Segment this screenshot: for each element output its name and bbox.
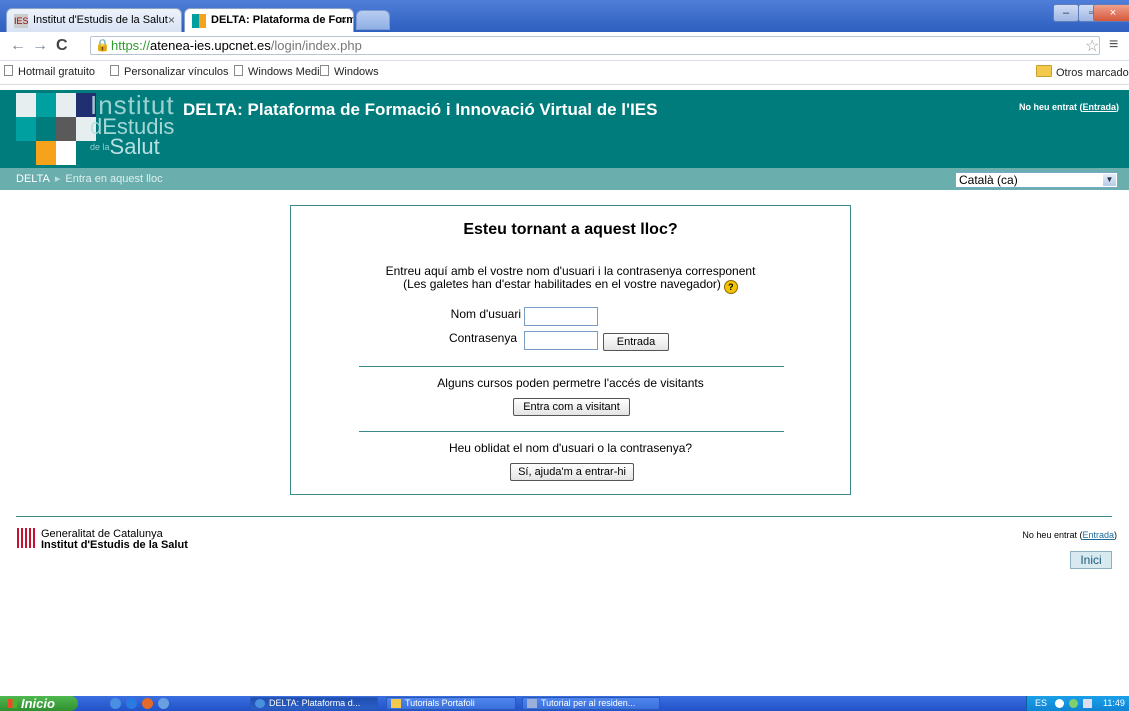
ie-icon[interactable] bbox=[126, 698, 137, 709]
username-input[interactable] bbox=[524, 307, 598, 326]
speaker-icon[interactable] bbox=[1083, 699, 1092, 708]
window-close-icon[interactable]: × bbox=[1093, 4, 1129, 22]
bookmark-windows[interactable]: Windows bbox=[320, 65, 379, 78]
url-host: atenea-ies.upcnet.es bbox=[150, 38, 271, 53]
guest-login-button[interactable]: Entra com a visitant bbox=[513, 398, 630, 416]
chevron-down-icon: ▼ bbox=[1103, 174, 1116, 186]
other-bookmarks[interactable]: Otros marcadores bbox=[1036, 65, 1129, 79]
chrome-icon[interactable] bbox=[110, 698, 121, 709]
language-indicator[interactable]: ES bbox=[1035, 696, 1047, 711]
back-arrow-icon[interactable]: ← bbox=[10, 37, 26, 55]
institute-name: Institut d'Estudis de la Salut bbox=[41, 539, 188, 551]
update-icon[interactable] bbox=[1069, 699, 1078, 708]
login-box: Esteu tornant a aquest lloc? Entreu aquí… bbox=[290, 205, 851, 495]
tab-close-icon[interactable]: × bbox=[340, 13, 347, 27]
desktop-icon[interactable] bbox=[158, 698, 169, 709]
generalitat-logo-icon bbox=[17, 528, 35, 548]
ies-logo bbox=[16, 93, 96, 165]
bookmark-hotmail[interactable]: Hotmail gratuito bbox=[4, 65, 95, 78]
home-button[interactable]: Inici bbox=[1070, 551, 1112, 569]
site-favicon-icon: IES bbox=[14, 14, 29, 28]
bookmark-personalizar[interactable]: Personalizar vínculos bbox=[110, 65, 229, 78]
header-login-status: No heu entrat (Entrada) bbox=[1018, 102, 1119, 112]
address-bar[interactable]: 🔒 https://atenea-ies.upcnet.es/login/ind… bbox=[90, 36, 1100, 55]
help-icon[interactable]: ? bbox=[723, 280, 738, 294]
clock: 11:49 bbox=[1103, 698, 1125, 708]
forgot-info: Heu oblidat el nom d'usuari o la contras… bbox=[448, 441, 693, 455]
page-icon bbox=[234, 65, 243, 76]
header-login-link[interactable]: Entrada bbox=[1082, 102, 1116, 112]
page-icon bbox=[4, 65, 13, 76]
url-scheme: https:// bbox=[111, 38, 151, 53]
footer-divider bbox=[16, 516, 1112, 517]
footer-login-status: No heu entrat (Entrada) bbox=[1022, 530, 1117, 540]
breadcrumb-home[interactable]: DELTA bbox=[16, 173, 50, 185]
breadcrumb-current: Entra en aquest lloc bbox=[65, 173, 163, 185]
new-tab-button[interactable] bbox=[356, 10, 390, 30]
windows-taskbar: Inicio DELTA: Plataforma d... Tutorials … bbox=[0, 696, 1129, 711]
site-favicon-icon bbox=[192, 14, 206, 28]
menu-icon[interactable]: ≡ bbox=[1109, 36, 1118, 54]
start-button[interactable]: Inicio bbox=[0, 696, 78, 711]
tab-close-icon[interactable]: × bbox=[168, 13, 175, 27]
folder-icon bbox=[391, 699, 401, 708]
document-icon bbox=[527, 699, 537, 708]
taskbar-item-delta[interactable]: DELTA: Plataforma d... bbox=[250, 697, 378, 710]
divider bbox=[359, 366, 784, 367]
cookies-note: (Les galetes han d'estar habilitades en … bbox=[291, 277, 850, 294]
minimize-icon[interactable]: – bbox=[1053, 4, 1079, 22]
breadcrumb-separator-icon: ▸ bbox=[54, 173, 61, 185]
lock-icon: 🔒 bbox=[95, 38, 110, 52]
ies-logo-text: Institut dEstudis de laSalut bbox=[90, 90, 175, 159]
chrome-icon bbox=[255, 699, 265, 708]
bookmark-star-icon[interactable]: ☆ bbox=[1085, 36, 1099, 56]
footer-login-link[interactable]: Entrada bbox=[1082, 530, 1114, 540]
folder-icon bbox=[1036, 65, 1052, 77]
password-label: Contrasenya bbox=[448, 331, 517, 345]
page-title: DELTA: Plataforma de Formació i Innovaci… bbox=[183, 100, 658, 119]
forward-arrow-icon[interactable]: → bbox=[32, 37, 48, 55]
browser-toolbar: ← → C 🔒 https://atenea-ies.upcnet.es/log… bbox=[0, 32, 1129, 61]
network-icon[interactable] bbox=[1055, 699, 1064, 708]
reload-icon[interactable]: C bbox=[56, 37, 68, 55]
firefox-icon[interactable] bbox=[142, 698, 153, 709]
tab-institut[interactable]: IES Institut d'Estudis de la Salut × bbox=[6, 8, 182, 32]
login-button[interactable]: Entrada bbox=[603, 333, 669, 351]
password-input[interactable] bbox=[524, 331, 598, 350]
language-select[interactable]: Català (ca) ▼ bbox=[955, 172, 1118, 188]
tab-label: Institut d'Estudis de la Salut bbox=[33, 14, 168, 26]
tab-delta[interactable]: DELTA: Plataforma de Forma × bbox=[184, 8, 354, 32]
browser-tab-strip: IES Institut d'Estudis de la Salut × DEL… bbox=[0, 0, 1129, 32]
username-label: Nom d'usuari bbox=[450, 307, 521, 321]
bookmark-windows-media[interactable]: Windows Media bbox=[234, 65, 326, 78]
windows-logo-icon bbox=[8, 699, 17, 708]
taskbar-item-tutorial-residents[interactable]: Tutorial per al residen... bbox=[522, 697, 660, 710]
language-selected: Català (ca) bbox=[959, 173, 1018, 187]
guest-info: Alguns cursos poden permetre l'accés de … bbox=[437, 376, 704, 390]
bookmarks-bar: Hotmail gratuito Personalizar vínculos W… bbox=[0, 61, 1129, 85]
system-tray: ES 11:49 bbox=[1026, 696, 1129, 711]
login-description: Entreu aquí amb el vostre nom d'usuari i… bbox=[385, 264, 756, 278]
page-icon bbox=[320, 65, 329, 76]
url-path: /login/index.php bbox=[270, 38, 362, 53]
tab-label: DELTA: Plataforma de Forma bbox=[211, 14, 354, 26]
taskbar-item-tutorials[interactable]: Tutorials Portafoli bbox=[386, 697, 516, 710]
divider bbox=[359, 431, 784, 432]
forgot-password-button[interactable]: Sí, ajuda'm a entrar-hi bbox=[510, 463, 634, 481]
login-heading: Esteu tornant a aquest lloc? bbox=[463, 221, 678, 238]
page-icon bbox=[110, 65, 119, 76]
site-header: Institut dEstudis de laSalut DELTA: Plat… bbox=[0, 90, 1129, 168]
